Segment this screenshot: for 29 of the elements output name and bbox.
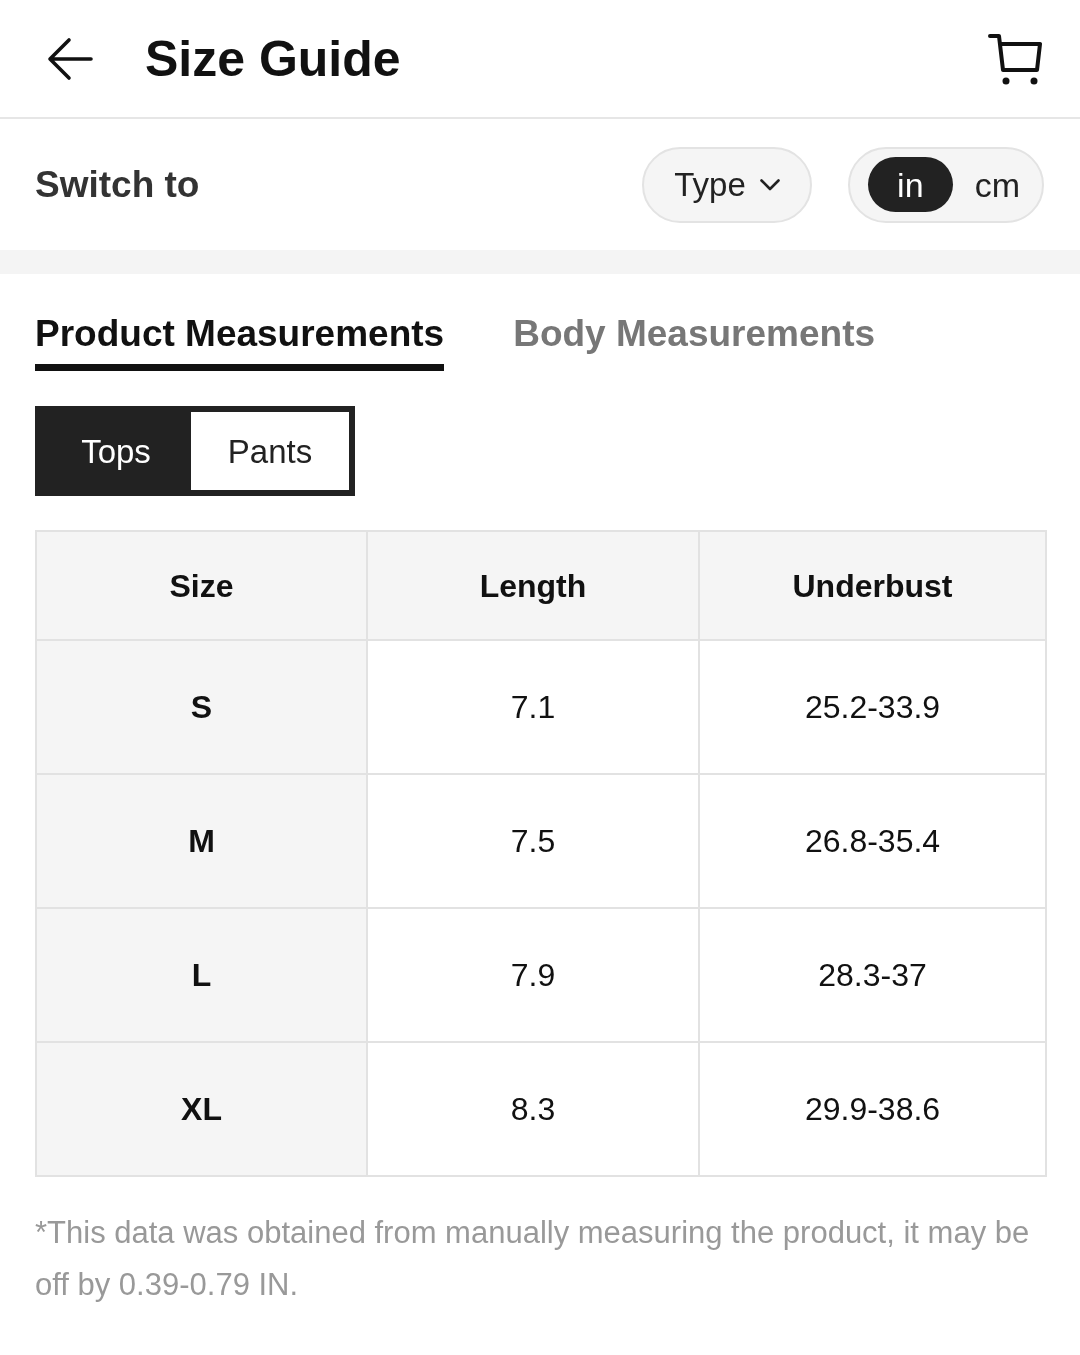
measurement-tab[interactable]: Body Measurements [513, 312, 876, 372]
back-button[interactable] [47, 36, 93, 81]
size-cell: S [36, 640, 367, 775]
page-title: Size Guide [145, 29, 401, 89]
table-cell: 25.2-33.9 [699, 640, 1046, 775]
table-cell: 7.5 [367, 774, 699, 909]
category-option[interactable]: Pants [191, 412, 349, 491]
unit-option[interactable]: cm [962, 157, 1032, 212]
table-cell: 8.3 [367, 1042, 699, 1177]
table-cell: 7.1 [367, 640, 699, 775]
table-cell: 29.9-38.6 [699, 1042, 1046, 1177]
column-header: Length [367, 531, 699, 641]
cart-button[interactable] [988, 31, 1042, 86]
measurement-tab[interactable]: Product Measurements [35, 312, 445, 372]
table-cell: 26.8-35.4 [699, 774, 1046, 909]
type-dropdown[interactable]: Type [642, 146, 812, 223]
cart-icon [988, 31, 1042, 86]
size-cell: L [36, 908, 367, 1043]
size-cell: XL [36, 1042, 367, 1177]
back-arrow-icon [47, 36, 93, 81]
column-header: Underbust [699, 531, 1046, 641]
table-cell: 7.9 [367, 908, 699, 1043]
unit-option[interactable]: in [868, 157, 953, 212]
measurement-note: *This data was obtained from manually measuring the product, it may be off by 0.39-0.79 IN. [35, 1214, 1031, 1305]
column-header: Size [36, 531, 367, 641]
size-cell: M [36, 774, 367, 909]
chevron-down-icon [759, 178, 780, 191]
table-cell: 28.3-37 [699, 908, 1046, 1043]
switch-label: Switch to [35, 162, 200, 207]
